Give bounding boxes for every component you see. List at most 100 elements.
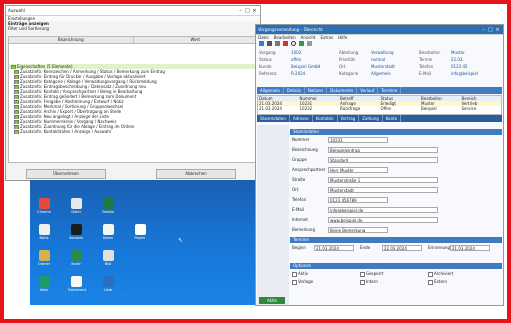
menu-item[interactable]: Extras: [320, 35, 333, 40]
option-checkbox[interactable]: [292, 271, 297, 277]
info-label: Ort: [339, 64, 346, 69]
detail-tab[interactable]: Adresse: [290, 115, 313, 122]
text-field[interactable]: Standard: [328, 157, 438, 163]
info-label: Kunde: [259, 64, 272, 69]
shortcut-label: Notiz: [39, 236, 49, 240]
text-field[interactable]: Beispieleintrag: [328, 147, 438, 153]
minimize-icon[interactable]: –: [480, 27, 487, 33]
option-item[interactable]: Gesperrt: [360, 271, 383, 277]
option-item[interactable]: Vorlage: [292, 279, 313, 285]
info-panel: Vorgang 1002 Abteilung Verwaltung Bearbeiter…: [259, 49, 500, 85]
cancel-button[interactable]: Abbrechen: [156, 169, 236, 179]
grid-cell: 10232: [299, 106, 313, 111]
main-tab[interactable]: Details: [284, 87, 305, 94]
option-item[interactable]: Extern: [428, 279, 447, 285]
option-checkbox[interactable]: [360, 279, 365, 285]
desktop-shortcut[interactable]: Konsole: [68, 224, 84, 240]
list-window-title: Auswahl: [8, 8, 25, 13]
grid-row[interactable]: 21.03.2024 10232 Rückfrage Offen Beispiel Ser…: [258, 106, 501, 111]
menu-item[interactable]: Hilfe: [338, 35, 347, 40]
text-field[interactable]: info@beispiel.de: [328, 207, 438, 213]
field-label: Telefon: [292, 197, 307, 202]
text-field[interactable]: Keine Bemerkung: [328, 227, 388, 233]
desktop-shortcut[interactable]: Liste: [100, 276, 116, 292]
option-item[interactable]: Intern: [360, 279, 378, 285]
mouse-cursor-icon: ↖: [178, 237, 184, 244]
refresh-icon[interactable]: [299, 41, 304, 46]
text-field[interactable]: Herr Muster: [328, 167, 388, 173]
list-box[interactable]: Eigenschaften (5 Elemente) Zusatzinfo: K…: [8, 43, 258, 163]
text-field[interactable]: Musterstraße 1: [328, 177, 438, 183]
new-icon[interactable]: [259, 41, 264, 46]
maximize-icon[interactable]: □: [487, 27, 494, 33]
desktop-shortcut[interactable]: Karte: [68, 250, 84, 266]
detail-tab[interactable]: Zahlung: [359, 115, 383, 122]
text-field[interactable]: 10231: [328, 137, 388, 143]
desktop-shortcut[interactable]: Netz: [36, 276, 52, 292]
option-checkbox[interactable]: [428, 279, 433, 285]
shortcut-label: Ordner: [37, 262, 51, 266]
field-label: Ansprechpartner: [292, 167, 326, 172]
settings-icon[interactable]: [307, 41, 312, 46]
text-field[interactable]: www.beispiel.de: [328, 217, 438, 223]
date-field[interactable]: 21.03.2024: [450, 245, 490, 251]
info-label: E-Mail: [419, 71, 432, 76]
info-row: Status offen Priorität normal Termin 22.03.: [259, 56, 500, 63]
detail-tab[interactable]: Konto: [383, 115, 402, 122]
desktop-shortcut[interactable]: Notiz: [36, 224, 52, 240]
info-value: Verwaltung: [371, 50, 394, 55]
desktop-shortcut[interactable]: Chrome: [36, 198, 52, 214]
menu-item[interactable]: Datei: [258, 35, 269, 40]
shortcut-icon: [70, 224, 82, 235]
minimize-icon[interactable]: –: [237, 8, 244, 14]
option-checkbox[interactable]: [292, 279, 297, 285]
desktop-shortcut[interactable]: Bild: [100, 250, 116, 266]
print-icon[interactable]: [275, 41, 280, 46]
info-label: Status: [259, 57, 272, 62]
desktop-shortcut[interactable]: Dokument: [68, 276, 86, 292]
date-field[interactable]: 21.03.2024: [314, 245, 354, 251]
delete-icon[interactable]: [283, 41, 288, 46]
shortcut-icon: [102, 198, 114, 209]
shortcut-icon: [102, 276, 114, 287]
maximize-icon[interactable]: □: [244, 8, 251, 14]
info-label: Referenz: [259, 71, 277, 76]
detail-tab[interactable]: Stammdaten: [257, 115, 290, 122]
info-value: info@beispiel: [451, 71, 478, 76]
list-item[interactable]: Zusatzinfo: Kontaktdaten / Anzeige / Aus…: [9, 129, 257, 134]
shortcut-label: Netz: [40, 288, 48, 292]
close-icon[interactable]: ×: [494, 27, 501, 33]
option-item[interactable]: Archiviert: [428, 271, 453, 277]
save-icon[interactable]: [267, 41, 272, 46]
menu-item[interactable]: Bearbeiten: [274, 35, 296, 40]
info-value: 22.03.: [451, 57, 464, 62]
info-value: offen: [291, 57, 302, 62]
main-tab[interactable]: Verlauf: [357, 87, 379, 94]
search-icon[interactable]: [291, 41, 296, 46]
info-value: Allgemein: [371, 71, 391, 76]
detail-tab[interactable]: Kontakte: [313, 115, 338, 122]
text-field[interactable]: Musterstadt: [328, 187, 438, 193]
menu-item[interactable]: Ansicht: [301, 35, 316, 40]
option-checkbox[interactable]: [360, 271, 365, 277]
item-checkbox[interactable]: [14, 129, 19, 134]
main-tab[interactable]: Notizen: [305, 87, 328, 94]
main-tab[interactable]: Termine: [378, 87, 402, 94]
main-tab[interactable]: Dokumente: [327, 87, 358, 94]
text-field[interactable]: 0123 456789: [328, 197, 388, 203]
grid: Datum Nummer Betreff Status Bearbeiter Bereic…: [257, 95, 502, 115]
main-tab[interactable]: Allgemein: [257, 87, 284, 94]
desktop-shortcut[interactable]: Tabelle: [100, 198, 116, 214]
desktop-shortcut[interactable]: Daten: [100, 224, 116, 240]
apply-button[interactable]: Übernehmen: [26, 169, 106, 179]
detail-tab[interactable]: Vertrag: [338, 115, 360, 122]
desktop-shortcut[interactable]: Ordner: [36, 250, 52, 266]
desktop-shortcut[interactable]: Datei: [68, 198, 84, 214]
option-item[interactable]: Aktiv: [292, 271, 308, 277]
date-label: Erinnerung: [428, 245, 451, 250]
desktop-shortcut[interactable]: Papier: [132, 224, 148, 240]
status-button[interactable]: Aktiv: [259, 297, 285, 304]
date-field[interactable]: 22.03.2024: [382, 245, 422, 251]
close-icon[interactable]: ×: [251, 8, 258, 14]
option-checkbox[interactable]: [428, 271, 433, 277]
